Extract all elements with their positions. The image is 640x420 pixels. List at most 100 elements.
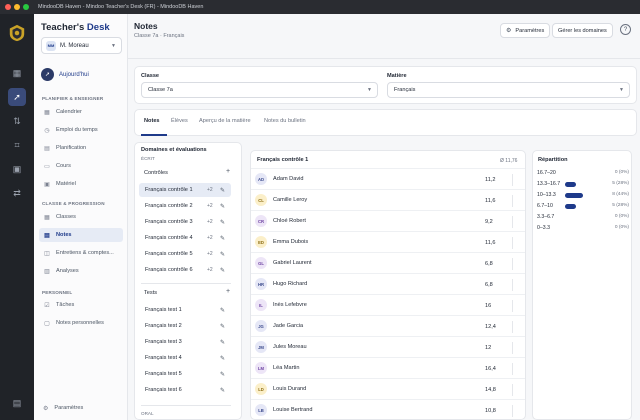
rocket-icon[interactable]: ➚: [8, 88, 26, 106]
sidebar-item-planification[interactable]: ▤ Planification: [39, 141, 123, 155]
domain-item[interactable]: Français contrôle 4 +2 ✎: [139, 231, 231, 245]
grade-input[interactable]: 11,2: [483, 174, 513, 186]
today-label: Aujourd'hui: [59, 71, 89, 78]
pencil-icon[interactable]: ✎: [220, 323, 225, 330]
sidebar-item-settings[interactable]: ⚙ Paramètres: [39, 401, 123, 415]
user-selector[interactable]: MM M. Moreau ▼: [41, 37, 122, 54]
maximize-window-button[interactable]: [23, 4, 29, 10]
domain-item[interactable]: Français test 5 ✎: [139, 367, 231, 381]
grade-input[interactable]: 14,8: [483, 384, 513, 396]
sidebar-item-classes[interactable]: ▦ Classes: [39, 210, 123, 224]
pencil-icon[interactable]: ✎: [220, 203, 225, 210]
grade-input[interactable]: 11,6: [483, 195, 513, 207]
student-name: Gabriel Laurent: [273, 260, 312, 266]
table-row: JG Jade Garcia 12,4: [251, 315, 525, 336]
domain-item[interactable]: Français test 6 ✎: [139, 383, 231, 397]
pencil-icon[interactable]: ✎: [220, 187, 225, 194]
sidebar-item-entretiens[interactable]: ◫ Entretiens & comptes...: [39, 246, 123, 260]
avatar: CR: [255, 215, 267, 227]
domain-item[interactable]: Français contrôle 6 +2 ✎: [139, 263, 231, 277]
domain-count: +2: [207, 267, 213, 273]
chevron-down-icon: ▼: [367, 87, 372, 93]
transfer-icon[interactable]: ⇄: [8, 184, 26, 202]
sidebar-item-analyses[interactable]: ▥ Analyses: [39, 264, 123, 278]
active-tab-indicator: [141, 134, 167, 136]
section-plan-label: PLANIFIER & ENSEIGNER: [42, 96, 104, 101]
add-controle-button[interactable]: +: [226, 168, 230, 175]
chevron-down-icon: ▼: [619, 87, 624, 93]
table-row: AD Adam David 11,2: [251, 168, 525, 189]
swap-icon[interactable]: ⇅: [8, 112, 26, 130]
grade-input[interactable]: 12,4: [483, 321, 513, 333]
table-row: CL Camille Leroy 11,6: [251, 189, 525, 210]
domain-item[interactable]: Français test 1 ✎: [139, 303, 231, 317]
distribution-count: 8 (44%): [612, 192, 629, 197]
grade-input[interactable]: 10,8: [483, 405, 513, 417]
domain-item[interactable]: Français test 3 ✎: [139, 335, 231, 349]
sidebar-item-cours[interactable]: ▭ Cours: [39, 159, 123, 173]
domain-item[interactable]: Français contrôle 1 +2 ✎: [139, 183, 231, 197]
box-icon: ▣: [44, 181, 50, 188]
settings-button[interactable]: ⚙ Paramètres: [500, 23, 551, 38]
sidebar-item-calendrier[interactable]: ▦ Calendrier: [39, 105, 123, 119]
sidebar-item-materiel[interactable]: ▣ Matériel: [39, 177, 123, 191]
sidebar-item-label: Calendrier: [56, 109, 82, 115]
tab-notes[interactable]: Notes: [144, 118, 160, 124]
pencil-icon[interactable]: ✎: [220, 219, 225, 226]
sidebar-item-label: Planification: [56, 145, 87, 151]
gear-icon: ⚙: [506, 28, 512, 34]
avatar: ED: [255, 236, 267, 248]
class-select[interactable]: Classe 7a ▼: [141, 82, 378, 98]
help-icon[interactable]: ?: [620, 24, 631, 35]
student-name: Inès Lefebvre: [273, 302, 307, 308]
minimize-window-button[interactable]: [14, 4, 20, 10]
domain-item[interactable]: Français contrôle 2 +2 ✎: [139, 199, 231, 213]
pencil-icon[interactable]: ✎: [220, 251, 225, 258]
domain-item[interactable]: Français contrôle 3 +2 ✎: [139, 215, 231, 229]
distribution-row: 0–3.3 0 (0%): [537, 223, 629, 234]
window-title: MindooDB Haven - Mindoo Teacher's Desk (…: [38, 4, 204, 10]
grade-input[interactable]: 16,4: [483, 363, 513, 375]
pencil-icon[interactable]: ✎: [220, 355, 225, 362]
sidebar-item-label: Analyses: [56, 268, 79, 274]
grade-input[interactable]: 16: [483, 300, 513, 312]
pencil-icon[interactable]: ✎: [220, 371, 225, 378]
close-window-button[interactable]: [5, 4, 11, 10]
sidebar-item-taches[interactable]: ☑ Tâches: [39, 298, 123, 312]
grade-input[interactable]: 6,8: [483, 258, 513, 270]
grade-input[interactable]: 12: [483, 342, 513, 354]
pencil-icon[interactable]: ✎: [220, 267, 225, 274]
domains-panel: Domaines et évaluations ÉCRIT Contrôles …: [134, 142, 242, 420]
grade-input[interactable]: 9,2: [483, 216, 513, 228]
table-row: LB Louise Bertrand 10,8: [251, 399, 525, 419]
distribution-bar: [565, 193, 583, 198]
tab-apercu[interactable]: Aperçu de la matière: [199, 118, 251, 124]
layout-icon[interactable]: ▤: [8, 394, 26, 412]
pencil-icon[interactable]: ✎: [220, 387, 225, 394]
pencil-icon[interactable]: ✎: [220, 235, 225, 242]
grade-input[interactable]: 6,8: [483, 279, 513, 291]
calendar-icon[interactable]: ▣: [8, 160, 26, 178]
subject-select[interactable]: Français ▼: [387, 82, 630, 98]
domain-label: Français contrôle 1: [145, 187, 193, 193]
tab-eleves[interactable]: Élèves: [171, 118, 188, 124]
pencil-icon[interactable]: ✎: [220, 339, 225, 346]
domain-item[interactable]: Français test 2 ✎: [139, 319, 231, 333]
domain-item[interactable]: Français test 4 ✎: [139, 351, 231, 365]
pencil-icon[interactable]: ✎: [220, 307, 225, 314]
sidebar-item-emploi-du-temps[interactable]: ◷ Emploi du temps: [39, 123, 123, 137]
distribution-count: 0 (0%): [614, 170, 629, 175]
domain-item[interactable]: Français contrôle 5 +2 ✎: [139, 247, 231, 261]
avatar: JG: [255, 320, 267, 332]
today-link[interactable]: ➚ Aujourd'hui: [41, 68, 89, 81]
manage-domains-button[interactable]: Gérer les domaines: [552, 23, 613, 38]
scan-icon[interactable]: ⌗: [8, 136, 26, 154]
sidebar-item-notes[interactable]: ▤ Notes: [39, 228, 123, 242]
sidebar-item-notes-personnelles[interactable]: ▢ Notes personnelles: [39, 316, 123, 330]
add-test-button[interactable]: +: [226, 288, 230, 295]
domain-count: +2: [207, 235, 213, 241]
grade-input[interactable]: 11,6: [483, 237, 513, 249]
distribution-panel: Répartition 16.7–20 0 (0%) 13.3–16.7 5 (28%…: [532, 150, 632, 420]
dashboard-icon[interactable]: ▦: [8, 64, 26, 82]
tab-bulletin[interactable]: Notes du bulletin: [264, 118, 306, 124]
